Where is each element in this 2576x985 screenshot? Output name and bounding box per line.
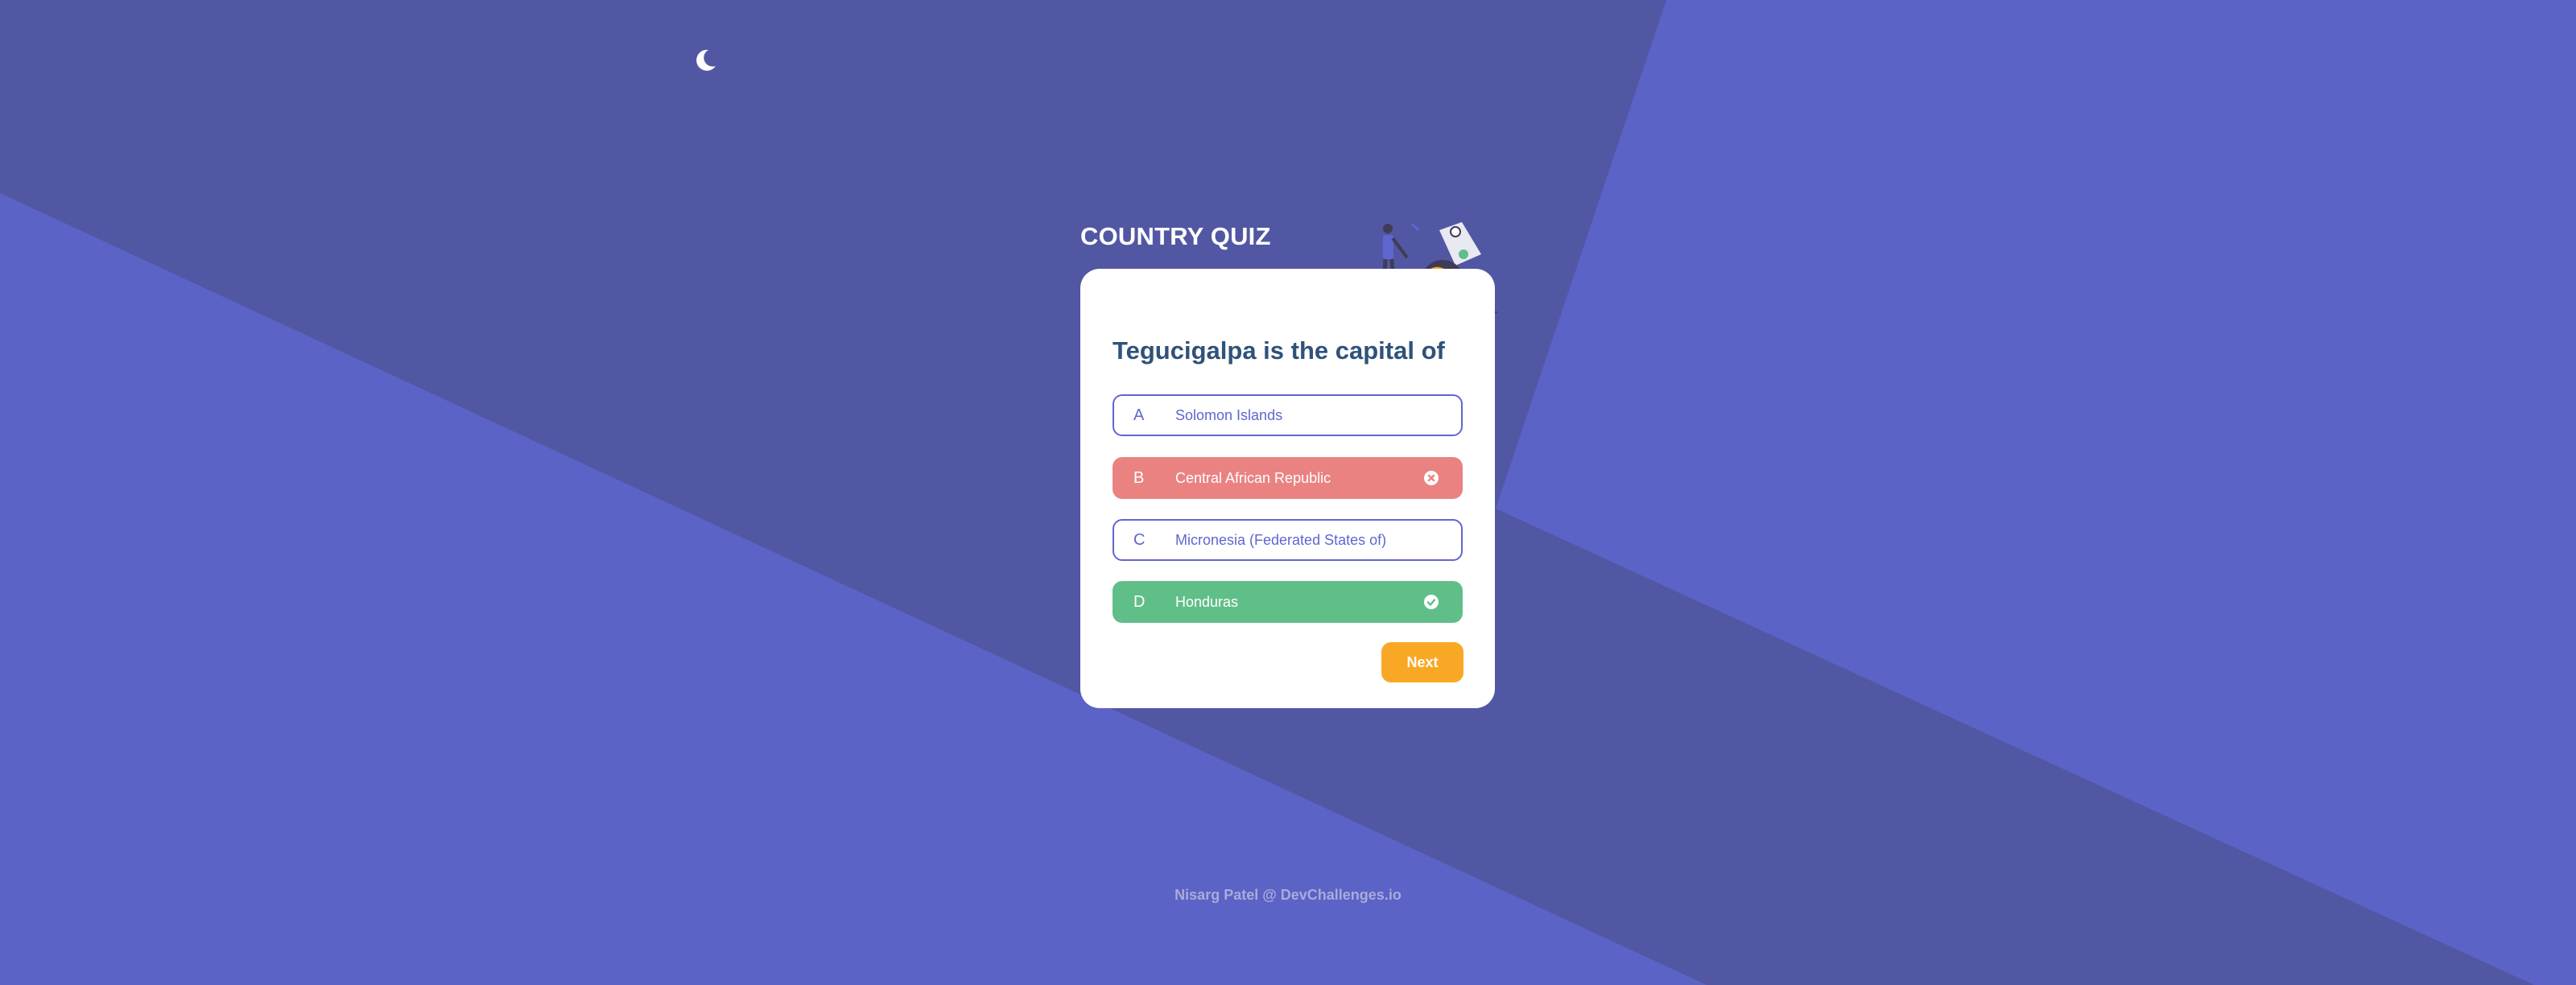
check-circle-icon [1424, 595, 1439, 609]
answer-text: Micronesia (Federated States of) [1175, 532, 1387, 548]
next-button[interactable]: Next [1381, 642, 1463, 682]
answer-option-c[interactable]: C Micronesia (Federated States of) [1113, 519, 1463, 561]
answer-text: Solomon Islands [1175, 407, 1283, 423]
answer-letter: A [1133, 406, 1145, 424]
answer-option-d[interactable]: D Honduras [1113, 581, 1463, 623]
answer-option-b[interactable]: B Central African Republic [1113, 457, 1463, 499]
x-circle-icon [1424, 471, 1439, 485]
answer-letter: D [1133, 593, 1146, 611]
answer-option-a[interactable]: A Solomon Islands [1113, 394, 1463, 436]
answer-text: Honduras [1175, 594, 1239, 610]
moon-icon[interactable] [691, 47, 718, 74]
answer-letter: B [1133, 469, 1145, 487]
footer-credit: Nisarg Patel @ DevChallenges.io [1174, 887, 1402, 903]
answer-text: Central African Republic [1175, 470, 1331, 486]
answer-letter: C [1133, 531, 1146, 549]
quiz-card: Tegucigalpa is the capital of A Solomon … [1080, 269, 1495, 708]
app-title: COUNTRY QUIZ [1080, 222, 1271, 250]
question-text: Tegucigalpa is the capital of [1113, 336, 1445, 365]
